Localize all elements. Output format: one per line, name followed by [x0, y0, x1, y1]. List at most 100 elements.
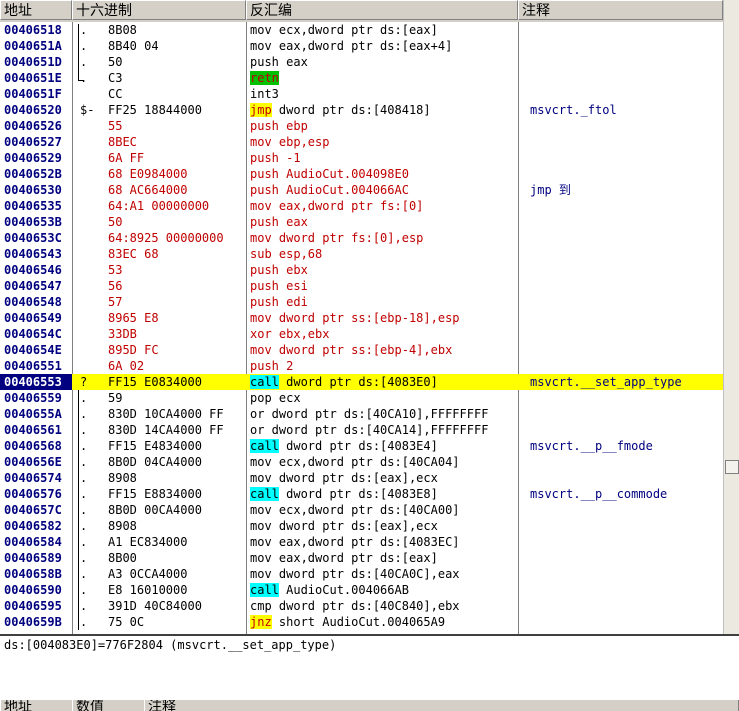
row-hex: 53	[108, 263, 123, 277]
table-row[interactable]: 00406584. A1 EC834000 mov eax,dword ptr ds…	[0, 534, 723, 550]
dump-header-address[interactable]: 地址	[0, 700, 73, 711]
column-header-comment[interactable]: 注释	[518, 0, 723, 20]
table-row[interactable]: 0040653B 50 push eax	[0, 214, 723, 230]
table-row[interactable]: 0040651D. 50 push eax	[0, 54, 723, 70]
table-row[interactable]: 00406543 83EC 68 sub esp,68	[0, 246, 723, 262]
row-comment	[530, 502, 720, 518]
row-disasm: mov eax,dword ptr ds:[eax]	[250, 550, 518, 566]
row-opcode: mov	[250, 551, 272, 565]
table-row[interactable]: 00406553? FF15 E0834000 call dword ptr ds:…	[0, 374, 723, 390]
row-disasm: jnz short AudioCut.004065A9	[250, 614, 518, 630]
row-marker	[80, 198, 104, 214]
row-comment	[530, 198, 720, 214]
row-address: 00406561	[4, 423, 62, 437]
row-hex: 50	[108, 55, 123, 69]
table-row[interactable]: 00406529 6A FF push -1	[0, 150, 723, 166]
table-row[interactable]: 0040652B 68 E0984000 push AudioCut.004098E…	[0, 166, 723, 182]
table-row[interactable]: 00406559. 59 pop ecx	[0, 390, 723, 406]
row-disasm: mov dword ptr ss:[ebp-18],esp	[250, 310, 518, 326]
row-address: 00406529	[4, 151, 62, 165]
row-address: 00406582	[4, 519, 62, 533]
row-address: 00406589	[4, 551, 62, 565]
table-row[interactable]: 00406527 8BEC mov ebp,esp	[0, 134, 723, 150]
row-address: 00406574	[4, 471, 62, 485]
row-operands: ecx,dword ptr ds:[40CA04]	[271, 455, 460, 469]
row-hex: 75 0C	[108, 615, 145, 629]
row-address: 0040652B	[4, 167, 62, 181]
row-address: 00406549	[4, 311, 62, 325]
table-row[interactable]: 00406576. FF15 E8834000 call dword ptr ds:…	[0, 486, 723, 502]
table-row[interactable]: 00406561. 830D 14CA4000 FF or dword ptr ds…	[0, 422, 723, 438]
table-row[interactable]: 00406546 53 push ebx	[0, 262, 723, 278]
table-row[interactable]: 0040655A. 830D 10CA4000 FF or dword ptr ds…	[0, 406, 723, 422]
procedure-bracket	[78, 390, 79, 630]
row-disasm: mov ecx,dword ptr ds:[40CA04]	[250, 454, 518, 470]
row-marker	[80, 118, 104, 134]
table-row[interactable]: 00406549 8965 E8 mov dword ptr ss:[ebp-18]…	[0, 310, 723, 326]
table-row[interactable]: 00406589. 8B00 mov eax,dword ptr ds:[eax]	[0, 550, 723, 566]
table-row[interactable]: 0040651A. 8B40 04 mov eax,dword ptr ds:[ea…	[0, 38, 723, 54]
table-row[interactable]: 0040653C 64:8925 00000000 mov dword ptr fs…	[0, 230, 723, 246]
row-opcode: push	[250, 215, 279, 229]
column-header-disasm[interactable]: 反汇编	[246, 0, 518, 20]
column-header-address[interactable]: 地址	[0, 0, 72, 20]
row-hex: 8B40 04	[108, 39, 159, 53]
table-row[interactable]: 00406595. 391D 40C84000 cmp dword ptr ds:[…	[0, 598, 723, 614]
scrollbar-thumb[interactable]	[725, 460, 739, 474]
row-disasm: pop ecx	[250, 390, 518, 406]
table-row[interactable]: 00406526 55 push ebp	[0, 118, 723, 134]
table-row[interactable]: 0040654E 895D FC mov dword ptr ss:[ebp-4],…	[0, 342, 723, 358]
table-row[interactable]: 00406590. E8 16010000 call AudioCut.004066…	[0, 582, 723, 598]
row-marker	[80, 358, 104, 374]
column-header-hex[interactable]: 十六进制	[72, 0, 246, 20]
row-hex: 8908	[108, 471, 137, 485]
row-disasm: xor ebx,ebx	[250, 326, 518, 342]
table-row[interactable]: 00406530 68 AC664000 push AudioCut.004066A…	[0, 182, 723, 198]
table-row[interactable]: 00406518. 8B08 mov ecx,dword ptr ds:[eax]	[0, 22, 723, 38]
row-hex: A3 0CCA4000	[108, 567, 188, 581]
row-marker	[80, 326, 104, 342]
table-row[interactable]: 0040654C 33DB xor ebx,ebx	[0, 326, 723, 342]
vertical-scrollbar[interactable]	[723, 0, 739, 634]
row-marker: .	[80, 391, 88, 405]
row-address: 00406520	[4, 103, 62, 117]
row-address: 00406543	[4, 247, 62, 261]
row-opcode: call	[250, 487, 279, 501]
row-comment: msvcrt.__p__commode	[530, 487, 668, 501]
row-marker: .	[80, 423, 88, 437]
table-row[interactable]: 0040651E. C3 retn	[0, 70, 723, 86]
row-address: 0040653B	[4, 215, 62, 229]
table-row[interactable]: 00406535 64:A1 00000000 mov eax,dword ptr …	[0, 198, 723, 214]
row-hex: 8B08	[108, 23, 137, 37]
dump-header-value[interactable]: 数值	[72, 700, 145, 711]
row-comment	[530, 390, 720, 406]
table-row[interactable]: 0040658B. A3 0CCA4000 mov dword ptr ds:[40…	[0, 566, 723, 582]
row-address: 0040654E	[4, 343, 62, 357]
table-row[interactable]: 00406548 57 push edi	[0, 294, 723, 310]
row-comment	[530, 166, 720, 182]
table-row[interactable]: 00406582. 8908 mov dword ptr ds:[eax],ecx	[0, 518, 723, 534]
row-opcode: cmp	[250, 599, 272, 613]
table-row[interactable]: 00406568. FF15 E4834000 call dword ptr ds:…	[0, 438, 723, 454]
row-disasm: push ebx	[250, 262, 518, 278]
table-row[interactable]: 00406574. 8908 mov dword ptr ds:[eax],ecx	[0, 470, 723, 486]
row-marker	[80, 310, 104, 326]
row-operands: dword ptr ds:[4083E4]	[278, 439, 438, 453]
table-row[interactable]: 0040659B. 75 0C jnz short AudioCut.004065A…	[0, 614, 723, 630]
table-row[interactable]: 0040657C. 8B0D 00CA4000 mov ecx,dword ptr …	[0, 502, 723, 518]
table-row[interactable]: 00406547 56 push esi	[0, 278, 723, 294]
dump-header-comment[interactable]: 注释	[144, 700, 739, 711]
row-hex: FF15 E4834000	[108, 439, 202, 453]
row-comment	[530, 406, 720, 422]
table-row[interactable]: 00406551 6A 02 push 2	[0, 358, 723, 374]
table-row[interactable]: 00406520 $- FF25 18844000 jmp dword ptr ds:…	[0, 102, 723, 118]
row-marker: .	[80, 567, 88, 581]
table-row[interactable]: 0040651F CC int3	[0, 86, 723, 102]
row-address: 00406559	[4, 391, 62, 405]
table-row[interactable]: 0040656E. 8B0D 04CA4000 mov ecx,dword ptr …	[0, 454, 723, 470]
row-opcode: jmp	[250, 103, 272, 117]
row-opcode: xor	[250, 327, 272, 341]
column-header-bar: 地址 十六进制 反汇编 注释	[0, 0, 723, 22]
row-operands: ebx	[278, 263, 308, 277]
info-pane: ds:[004083E0]=776F2804 (msvcrt.__set_app…	[0, 634, 739, 702]
